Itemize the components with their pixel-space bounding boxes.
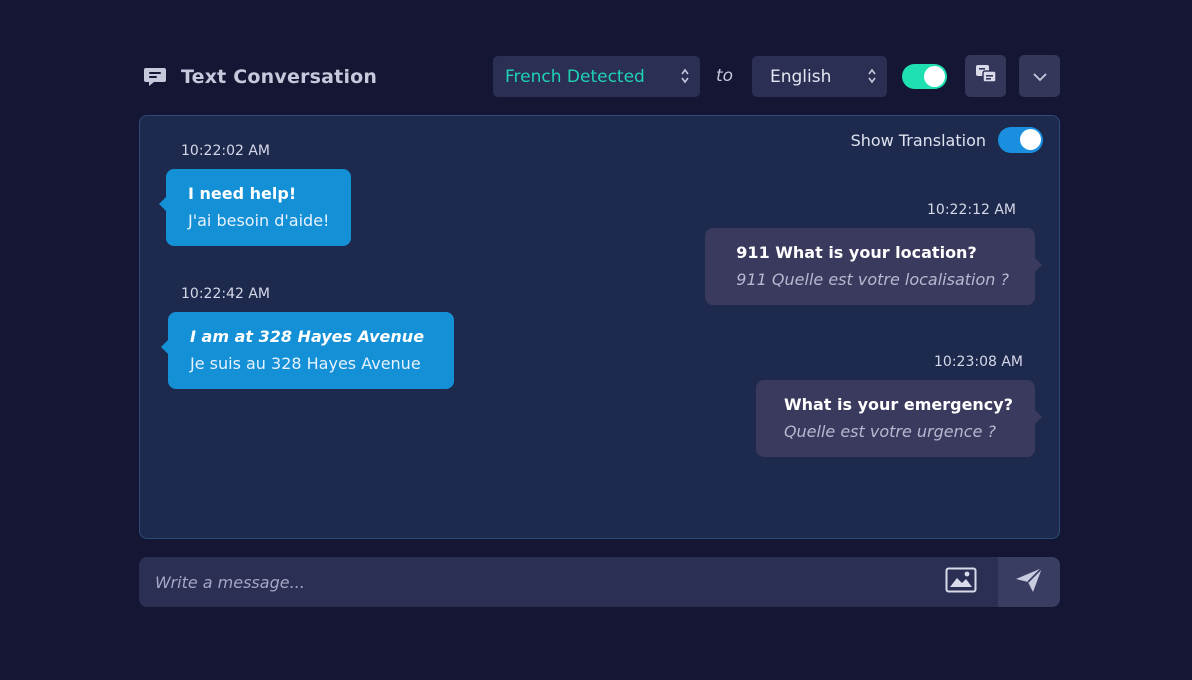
send-button[interactable] [998, 557, 1060, 607]
message-original: 911 What is your location? [736, 243, 977, 262]
message-time: 10:22:12 AM [927, 202, 1016, 218]
message-bubble: I am at 328 Hayes Avenue Je suis au 328 … [160, 312, 455, 389]
chat-bubble-icon [143, 66, 167, 88]
message-outgoing: 10:23:08 AM What is your emergency? Quel… [755, 354, 1043, 457]
message-bubble: What is your emergency? Quelle est votre… [755, 380, 1043, 457]
message-translation: Quelle est votre urgence ? [783, 422, 996, 441]
message-translation: J'ai besoin d'aide! [188, 211, 330, 230]
translate-icon [975, 64, 997, 88]
attach-image-button[interactable] [943, 567, 979, 597]
translate-button[interactable] [965, 55, 1006, 97]
translation-toggle[interactable] [902, 64, 947, 89]
send-icon [1014, 566, 1044, 598]
message-outgoing: 10:22:12 AM 911 What is your location? 9… [705, 202, 1042, 305]
target-language-value: English [770, 66, 832, 87]
message-time: 10:22:42 AM [181, 286, 270, 302]
image-icon [945, 567, 977, 597]
text-conversation-app: Text Conversation French Detected to Eng… [139, 52, 1060, 607]
updown-caret-icon [867, 67, 877, 85]
message-incoming: 10:22:42 AM I am at 328 Hayes Avenue Je … [160, 286, 455, 389]
source-language-value: French Detected [505, 66, 645, 87]
conversation-panel[interactable]: Show Translation 10:22:02 AM I need help… [139, 115, 1060, 539]
message-input[interactable] [139, 557, 919, 607]
updown-caret-icon [680, 67, 690, 85]
message-time: 10:22:02 AM [181, 143, 270, 159]
title-group: Text Conversation [143, 66, 377, 88]
message-translation: Je suis au 328 Hayes Avenue [190, 354, 421, 373]
message-bubble: 911 What is your location? 911 Quelle es… [705, 228, 1042, 305]
message-bubble: I need help! J'ai besoin d'aide! [158, 169, 352, 246]
page-title: Text Conversation [181, 66, 378, 88]
source-language-select[interactable]: French Detected [493, 56, 700, 97]
message-original: I need help! [188, 184, 297, 203]
message-original: I am at 328 Hayes Avenue [190, 327, 425, 346]
message-original: What is your emergency? [783, 395, 1013, 414]
toggle-knob [1020, 129, 1041, 150]
message-incoming: 10:22:02 AM I need help! J'ai besoin d'a… [158, 143, 352, 246]
to-label: to [716, 66, 734, 86]
message-translation: 911 Quelle est votre localisation ? [736, 270, 1009, 289]
message-composer [139, 557, 1060, 607]
show-translation-label: Show Translation [850, 130, 986, 150]
message-time: 10:23:08 AM [934, 354, 1023, 370]
show-translation-control: Show Translation [851, 127, 1043, 153]
chevron-down-icon [1032, 67, 1048, 86]
show-translation-toggle[interactable] [998, 127, 1043, 153]
collapse-button[interactable] [1019, 55, 1060, 97]
toggle-knob [924, 66, 945, 87]
header: Text Conversation French Detected to Eng… [139, 52, 1060, 100]
target-language-select[interactable]: English [752, 56, 887, 97]
